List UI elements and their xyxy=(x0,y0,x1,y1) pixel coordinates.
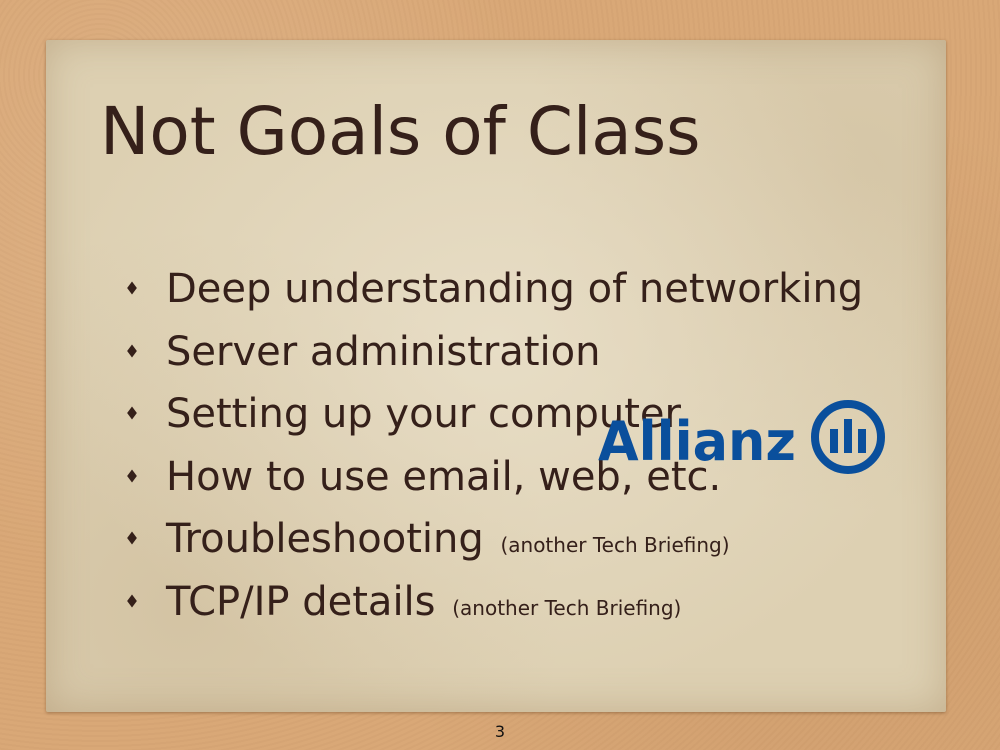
diamond-bullet-icon xyxy=(127,344,137,357)
bullet-note: (another Tech Briefing) xyxy=(452,595,682,620)
bullet-item: Server administration xyxy=(120,321,863,384)
diamond-bullet-icon xyxy=(127,469,137,482)
allianz-eagle-icon xyxy=(811,400,885,474)
bullet-text: Deep understanding of networking xyxy=(166,266,864,312)
bullet-item: TCP/IP details (another Tech Briefing) xyxy=(120,571,863,634)
diamond-bullet-icon xyxy=(127,594,137,607)
page-number: 3 xyxy=(494,722,506,741)
allianz-wordmark: Allianz xyxy=(598,410,796,473)
bullet-text: Troubleshooting xyxy=(166,516,484,562)
bullet-item: Deep understanding of networking xyxy=(120,258,863,321)
bullet-item: Troubleshooting (another Tech Briefing) xyxy=(120,508,863,571)
diamond-bullet-icon xyxy=(127,406,137,420)
slide-title: Not Goals of Class xyxy=(100,93,701,170)
allianz-logo: Allianz xyxy=(598,400,885,474)
diamond-bullet-icon xyxy=(127,531,137,545)
bullet-text: Server administration xyxy=(166,328,601,375)
bullet-text: TCP/IP details xyxy=(166,578,436,625)
diamond-bullet-icon xyxy=(127,281,137,295)
bullet-note: (another Tech Briefing) xyxy=(500,533,730,557)
